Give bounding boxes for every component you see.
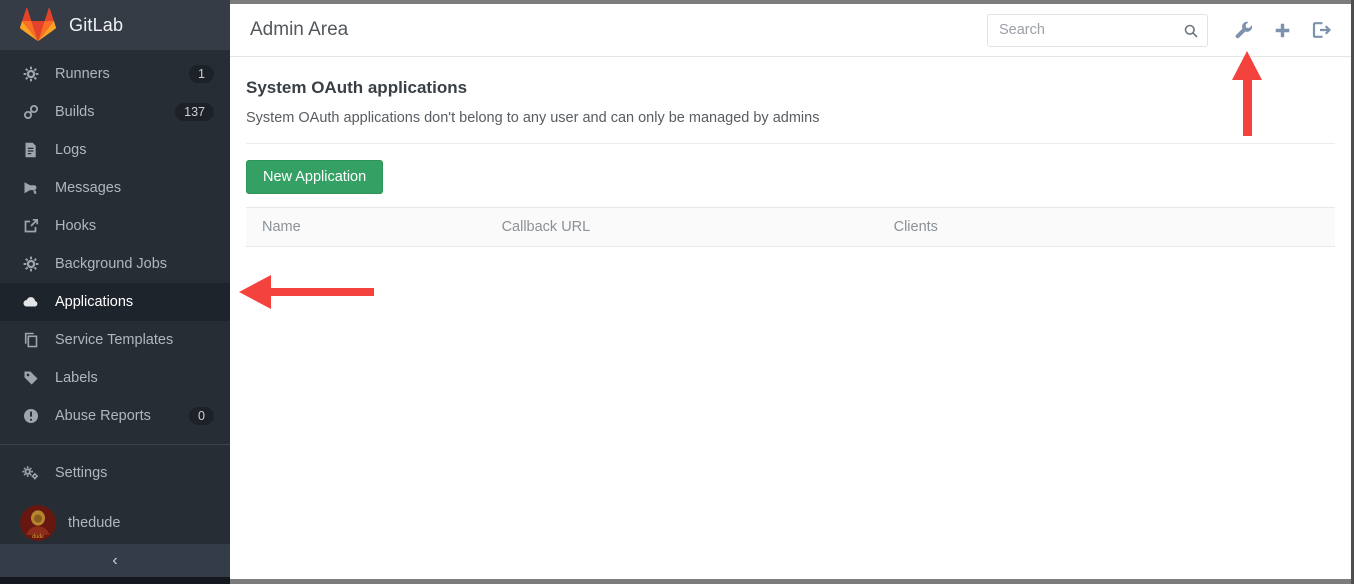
sidebar-item-label: Runners [55, 66, 189, 82]
search-box [987, 14, 1208, 47]
sidebar-item-service-templates[interactable]: Service Templates [0, 321, 230, 359]
cloud-icon [22, 294, 39, 311]
page-body: System OAuth applications System OAuth a… [230, 78, 1351, 247]
page-title: Admin Area [250, 19, 348, 41]
top-header-bar: Admin Area [230, 4, 1351, 57]
svg-text:dude: dude [32, 534, 44, 540]
avatar: dude [20, 505, 56, 541]
sidebar-item-label: Hooks [55, 218, 214, 234]
gitlab-home-link[interactable]: GitLab [0, 0, 230, 50]
sidebar-bottom-strip [0, 577, 230, 584]
sidebar-item-messages[interactable]: Messages [0, 169, 230, 207]
sidebar-item-builds[interactable]: Builds 137 [0, 93, 230, 131]
sidebar-item-label: Labels [55, 370, 214, 386]
count-badge: 1 [189, 65, 214, 83]
sidebar-item-applications[interactable]: Applications [0, 283, 230, 321]
sidebar-item-logs[interactable]: Logs [0, 131, 230, 169]
external-link-icon [22, 218, 39, 235]
plus-icon [1274, 22, 1291, 39]
section-heading: System OAuth applications [246, 78, 1335, 98]
sidebar-item-background-jobs[interactable]: Background Jobs [0, 245, 230, 283]
search-icon [1183, 23, 1199, 39]
search-input[interactable] [987, 14, 1208, 47]
sign-out-button[interactable] [1312, 21, 1331, 39]
gear-icon [22, 66, 39, 83]
column-header-name: Name [246, 208, 486, 247]
sidebar-item-runners[interactable]: Runners 1 [0, 55, 230, 93]
sidebar-item-abuse-reports[interactable]: Abuse Reports 0 [0, 397, 230, 435]
sidebar-item-label: Abuse Reports [55, 408, 189, 424]
sidebar-item-label: Background Jobs [55, 256, 214, 272]
admin-wrench-button[interactable] [1234, 21, 1253, 40]
annotation-arrow-left-shaft [268, 288, 374, 296]
sidebar-nav: Runners 1 Builds 137 [0, 50, 230, 435]
count-badge: 0 [189, 407, 214, 425]
annotation-arrow-up-shaft [1243, 78, 1252, 136]
username: thedude [68, 515, 120, 531]
sidebar-item-label: Builds [55, 104, 175, 120]
sidebar: GitLab Runners 1 Builds [0, 0, 230, 584]
sidebar-collapse-toggle[interactable]: ‹ [0, 544, 230, 577]
sidebar-item-labels[interactable]: Labels [0, 359, 230, 397]
oauth-applications-table: Name Callback URL Clients [246, 207, 1335, 247]
column-header-callback-url: Callback URL [486, 208, 878, 247]
gitlab-logo-icon [20, 8, 56, 42]
count-badge: 137 [175, 103, 214, 121]
wrench-icon [1234, 21, 1253, 40]
sidebar-item-settings[interactable]: Settings [0, 454, 230, 492]
section-divider [246, 143, 1335, 144]
bullhorn-icon [22, 180, 39, 197]
main-content: Admin Area [230, 0, 1351, 584]
copy-icon [22, 332, 39, 349]
logo-text: GitLab [69, 15, 123, 36]
section-description: System OAuth applications don't belong t… [246, 110, 1335, 126]
sidebar-user-profile[interactable]: dude thedude [0, 498, 230, 548]
column-header-clients: Clients [878, 208, 1335, 247]
new-project-button[interactable] [1274, 22, 1291, 39]
annotation-arrow-up-icon [1232, 51, 1262, 80]
new-application-button[interactable]: New Application [246, 160, 383, 194]
sidebar-item-label: Applications [55, 294, 214, 310]
sidebar-divider [0, 444, 230, 445]
tag-icon [22, 370, 39, 387]
sidebar-item-hooks[interactable]: Hooks [0, 207, 230, 245]
sidebar-item-label: Settings [55, 465, 214, 481]
sign-out-icon [1312, 21, 1331, 39]
chevron-left-icon: ‹ [112, 552, 117, 570]
table-header-row: Name Callback URL Clients [246, 208, 1335, 247]
annotation-arrow-left-icon [239, 275, 271, 309]
header-controls [987, 14, 1331, 47]
sidebar-item-label: Messages [55, 180, 214, 196]
sidebar-item-label: Logs [55, 142, 214, 158]
app-window: GitLab Runners 1 Builds [0, 0, 1354, 584]
chain-icon [22, 104, 39, 121]
file-icon [22, 142, 39, 159]
exclamation-circle-icon [22, 408, 39, 425]
cogs-icon [22, 465, 39, 482]
gear-icon [22, 256, 39, 273]
sidebar-item-label: Service Templates [55, 332, 214, 348]
